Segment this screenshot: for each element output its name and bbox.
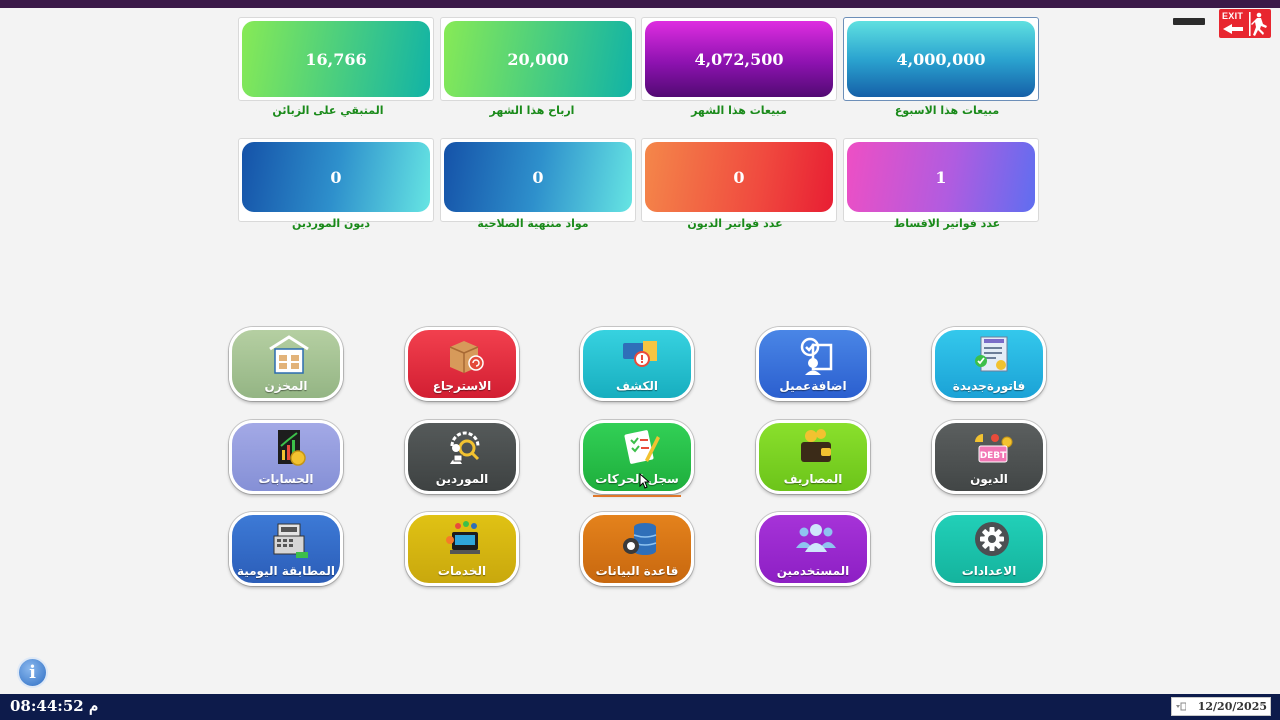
new-invoice-label: فاتورةجديدة	[952, 379, 1026, 393]
minimize-button[interactable]	[1173, 18, 1205, 25]
stat-value: 4,000,000	[847, 21, 1035, 97]
debt-icon: DEBT	[975, 434, 1013, 463]
stat-value: 16,766	[242, 21, 430, 97]
date-value: 12/20/2025	[1197, 700, 1267, 713]
window-top-bar	[0, 0, 1280, 8]
info-button[interactable]: i	[17, 657, 48, 688]
stat-label: المتبقي على الزبائن	[272, 104, 384, 117]
report-icon	[623, 341, 657, 367]
status-bar: 08:44:52 م 12/20/2025	[0, 694, 1280, 720]
warehouse-button[interactable]: المخزن	[229, 327, 343, 401]
debt-badge: DEBT	[980, 451, 1007, 461]
stat-card-customer-balance[interactable]: 16,766	[238, 17, 434, 101]
stat-label: مبيعات هذا الاسبوع	[894, 104, 1000, 117]
transactions-log-label: سجل الحركات	[595, 472, 679, 486]
stat-card-monthly-sales[interactable]: 4,072,500	[641, 17, 837, 101]
clock-time: 08:44:52	[10, 697, 84, 715]
warehouse-icon	[269, 335, 309, 374]
add-customer-label: اضافةعميل	[779, 379, 847, 393]
users-label: المستخدمين	[776, 564, 850, 578]
expenses-label: المصاريف	[783, 472, 843, 486]
settings-label: الاعدادات	[961, 564, 1017, 578]
date-picker[interactable]: 12/20/2025	[1171, 697, 1271, 716]
users-icon	[796, 524, 836, 552]
calendar-dropdown-icon[interactable]	[1176, 702, 1186, 712]
stat-card-expired-items[interactable]: 0	[440, 138, 636, 222]
stat-card-monthly-profit[interactable]: 20,000	[440, 17, 636, 101]
stat-label: عدد فواتير الديون	[687, 217, 783, 230]
stat-card-supplier-debts[interactable]: 0	[238, 138, 434, 222]
database-icon	[623, 523, 657, 555]
add-customer-button[interactable]: اضافةعميل	[756, 327, 870, 401]
supplier-search-icon	[450, 431, 480, 464]
services-label: الخدمات	[437, 564, 487, 578]
stat-value: 1	[847, 142, 1035, 212]
daily-reconciliation-label: المطابقة اليومية	[236, 564, 336, 578]
daily-reconciliation-button[interactable]: المطابقة اليومية	[229, 512, 343, 586]
database-button[interactable]: قاعدة البيانات	[580, 512, 694, 586]
stat-label: ارباح هذا الشهر	[489, 104, 575, 117]
stat-value: 0	[645, 142, 833, 212]
settings-button[interactable]: الاعدادات	[932, 512, 1046, 586]
services-icon	[446, 521, 480, 554]
info-icon: i	[29, 662, 36, 683]
stat-value: 0	[444, 142, 632, 212]
stat-card-weekly-sales[interactable]: 4,000,000	[843, 17, 1039, 101]
transactions-log-button[interactable]: سجل الحركات	[580, 420, 694, 494]
stat-value: 4,072,500	[645, 21, 833, 97]
warehouse-label: المخزن	[264, 379, 308, 393]
active-indicator	[593, 495, 681, 497]
database-label: قاعدة البيانات	[595, 564, 679, 578]
debts-button[interactable]: DEBT الديون	[932, 420, 1046, 494]
clock: 08:44:52 م	[10, 697, 98, 715]
returns-button[interactable]: الاسترجاع	[405, 327, 519, 401]
invoice-icon	[975, 336, 1008, 372]
exit-button[interactable]: EXIT	[1219, 9, 1271, 38]
mouse-cursor-icon	[639, 473, 650, 489]
cash-register-icon	[273, 523, 308, 558]
expenses-button[interactable]: المصاريف	[756, 420, 870, 494]
services-button[interactable]: الخدمات	[405, 512, 519, 586]
accounts-button[interactable]: الحسابات	[229, 420, 343, 494]
stat-label: ديون الموردين	[291, 217, 371, 230]
stat-label: عدد فواتير الاقساط	[893, 217, 1001, 230]
users-button[interactable]: المستخدمين	[756, 512, 870, 586]
gear-icon	[975, 522, 1009, 556]
add-user-icon	[800, 337, 833, 375]
stat-card-installment-invoices[interactable]: 1	[843, 138, 1039, 222]
new-invoice-button[interactable]: فاتورةجديدة	[932, 327, 1046, 401]
accounts-label: الحسابات	[258, 472, 314, 486]
suppliers-label: الموردين	[435, 472, 489, 486]
exit-icon	[1223, 12, 1267, 36]
checklist-icon	[624, 430, 660, 464]
debts-label: الديون	[970, 472, 1008, 486]
accounts-chart-icon	[278, 430, 306, 466]
wallet-icon	[801, 429, 831, 462]
stat-value: 20,000	[444, 21, 632, 97]
returns-label: الاسترجاع	[432, 379, 492, 393]
stat-label: مواد منتهية الصلاحية	[477, 217, 589, 230]
box-return-icon	[449, 341, 484, 373]
stat-value: 0	[242, 142, 430, 212]
stat-label: مبيعات هذا الشهر	[691, 104, 787, 117]
statement-label: الكشف	[615, 379, 659, 393]
stat-card-debt-invoices[interactable]: 0	[641, 138, 837, 222]
statement-button[interactable]: الكشف	[580, 327, 694, 401]
clock-ampm: م	[88, 697, 99, 715]
suppliers-button[interactable]: الموردين	[405, 420, 519, 494]
